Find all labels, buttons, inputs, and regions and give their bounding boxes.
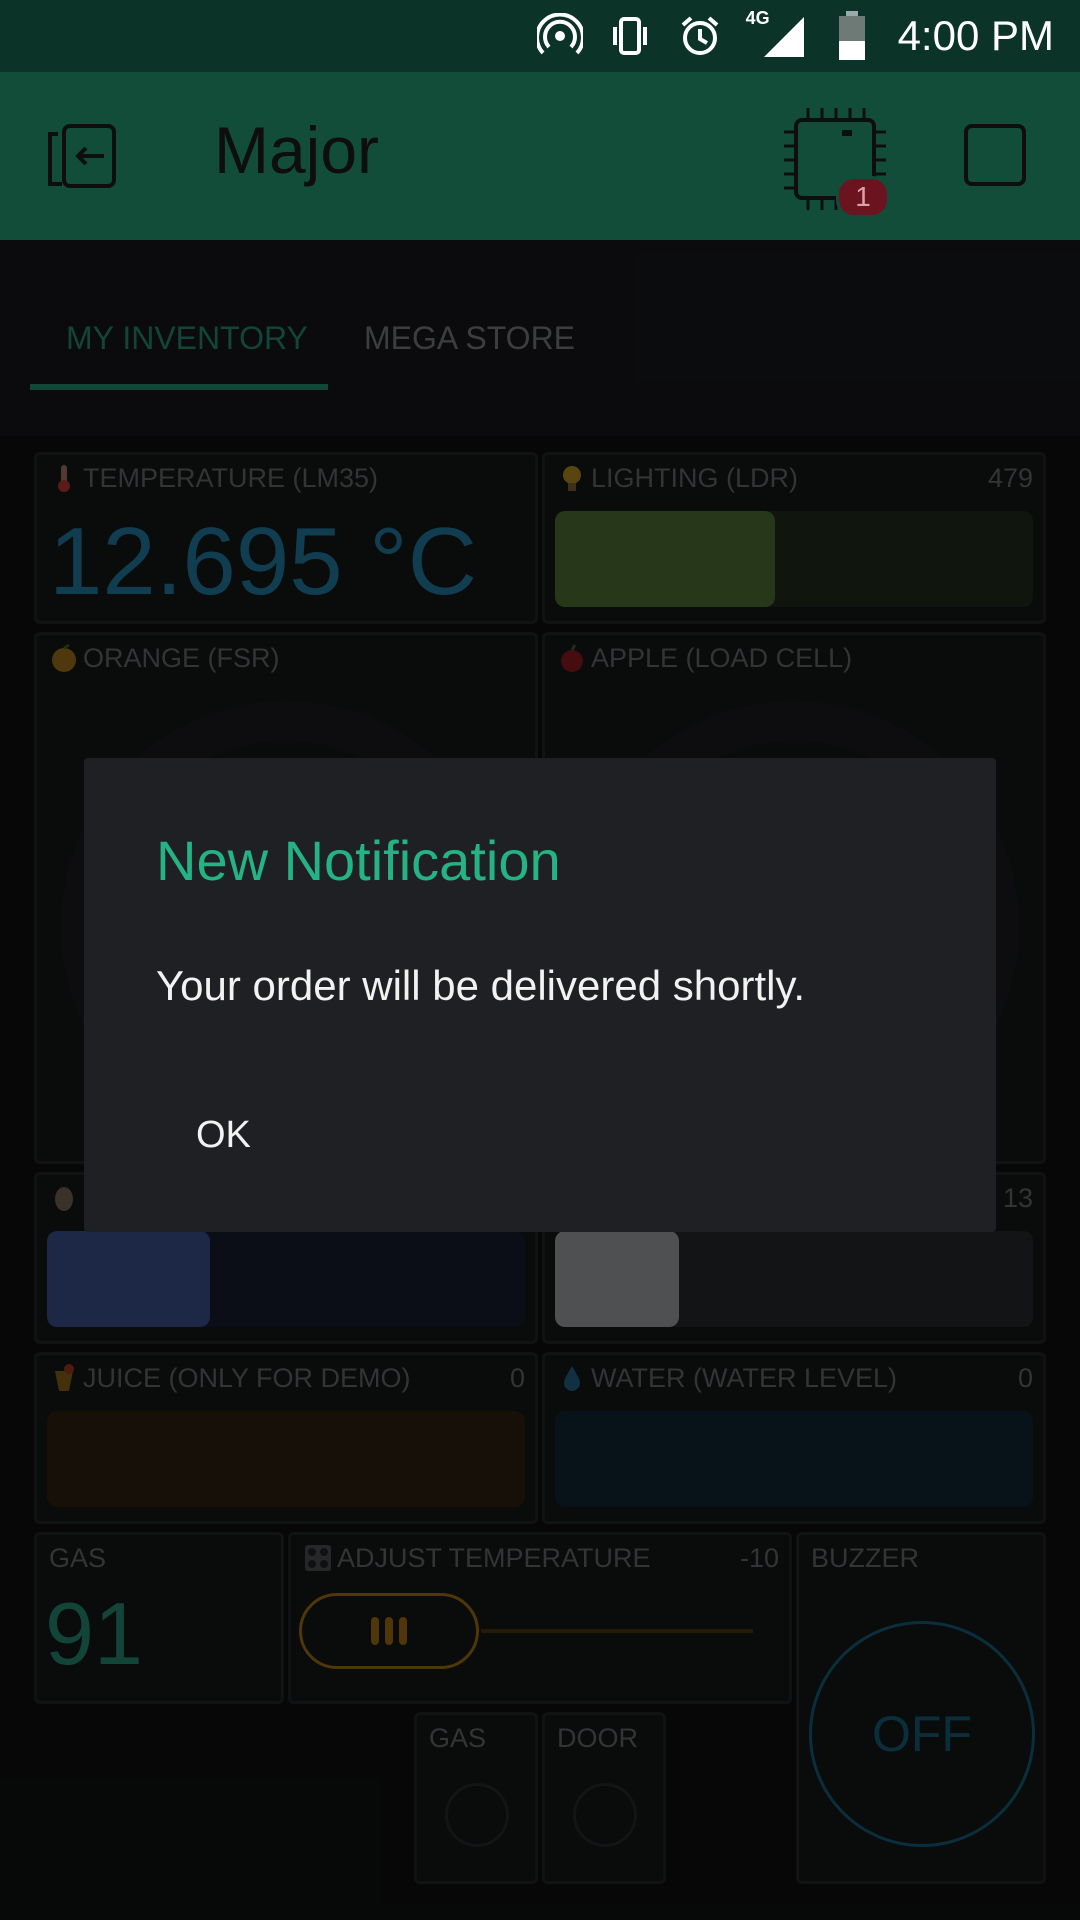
app-bar: Major 1 [0,72,1080,240]
signal-icon: 4G [746,8,806,60]
page-title: Major [214,113,380,187]
ok-button[interactable]: OK [196,1114,251,1157]
dialog-title: New Notification [156,829,561,892]
dialog-message: Your order will be delivered shortly. [156,962,805,1009]
notification-dialog: New Notification Your order will be deli… [84,758,996,1232]
battery-icon [828,11,876,60]
network-type-label: 4G [745,8,770,28]
device-count-badge: 1 [836,176,890,218]
square-icon[interactable] [964,124,1026,186]
exit-icon[interactable] [44,120,124,192]
clock: 4:00 PM [897,12,1054,59]
status-bar: 4G 4:00 PM [0,0,1080,72]
alarm-icon [676,12,724,60]
hotspot-icon [536,12,584,60]
vibrate-icon [606,12,654,60]
